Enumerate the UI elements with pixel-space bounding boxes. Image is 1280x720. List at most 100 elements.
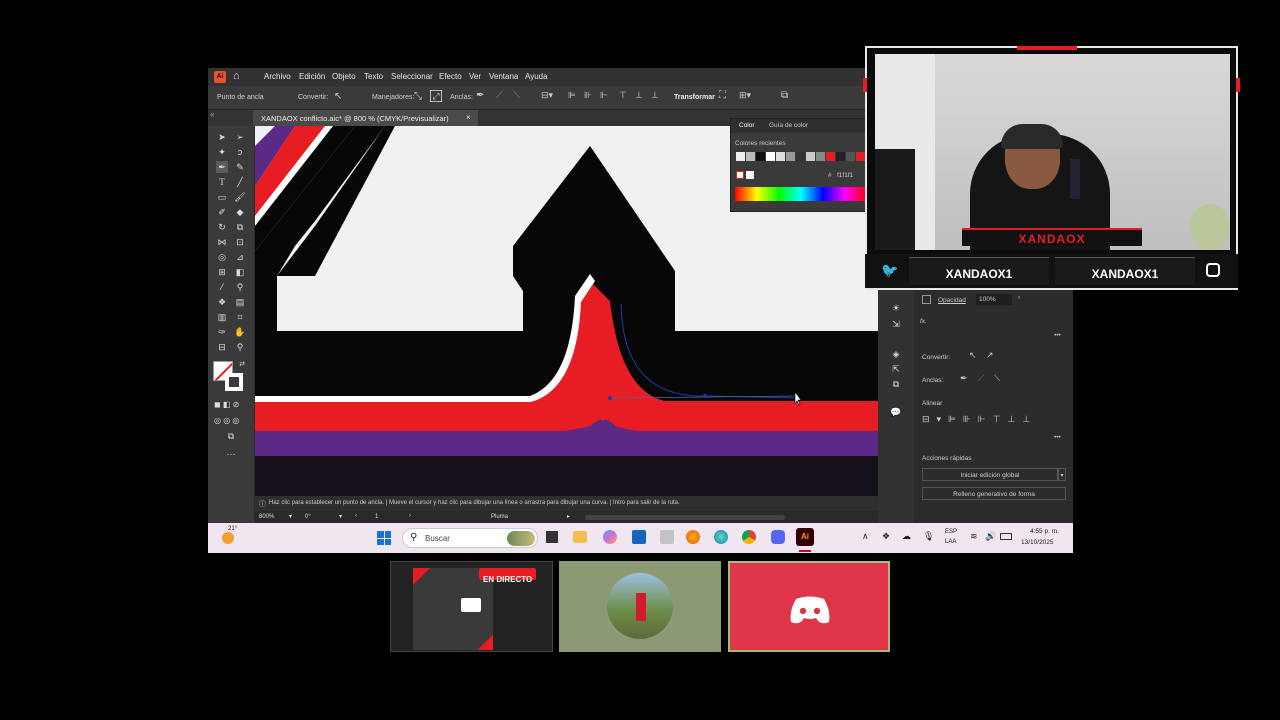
comments-icon[interactable]: 💬 [890,406,902,418]
artboard-prev-icon[interactable]: ‹ [355,513,357,519]
curvature-tool-icon[interactable]: ✎ [234,161,246,173]
language-top[interactable]: ESP [945,529,957,535]
align-top-icon[interactable]: ⊤ [619,90,627,101]
props-cut-icon[interactable]: ⟍ [994,373,1000,384]
global-edit-dropdown[interactable]: ▾ [1058,468,1066,481]
hex-value[interactable]: f1f1f1 [837,172,853,179]
tab-color[interactable]: Color [739,122,755,129]
more-options-1[interactable]: ••• [1054,332,1061,339]
tab-color-guide[interactable]: Guía de color [769,122,808,129]
zoom-dropdown-icon[interactable]: ▾ [289,513,292,520]
menu-archivo[interactable]: Archivo [264,72,291,81]
rotation-field[interactable]: 0° [305,514,311,520]
perspective-grid-tool-icon[interactable]: ⊿ [234,251,246,263]
close-tab-icon[interactable]: × [466,113,471,122]
participant-avatar-tile[interactable] [559,561,721,652]
home-icon[interactable]: ⌂ [233,70,240,82]
symbol-sprayer-tool-icon[interactable]: ❖ [216,296,228,308]
onedrive-icon[interactable]: ☁ [902,531,911,542]
width-tool-icon[interactable]: ⋈ [216,236,228,248]
chrome-icon[interactable] [742,530,756,544]
shaper-tool-icon[interactable]: ✐ [216,206,228,218]
opacity-arrow-icon[interactable]: › [1018,294,1020,301]
firefox-icon[interactable] [686,530,700,544]
free-transform-tool-icon[interactable]: ⊡ [234,236,246,248]
props-convert-smooth-icon[interactable]: ↗ [986,350,994,361]
direct-selection-tool-icon[interactable]: ➢ [234,131,246,143]
more-tools-icon[interactable]: ⋯ [225,448,237,460]
props-connect-icon[interactable]: ⟋ [978,373,984,384]
align-bottom-icon[interactable]: ⊥ [651,90,659,101]
fx-label[interactable]: fx. [920,318,927,325]
color-spectrum[interactable] [735,187,867,201]
document-tab[interactable]: XANDAOX conflicto.aic* @ 800 % (CMYK/Pre… [253,110,478,126]
shape-builder-tool-icon[interactable]: ◎ [216,251,228,263]
mic-icon[interactable]: 🎙 [923,531,934,542]
recent-swatches[interactable] [736,152,866,161]
artboard-tool-icon[interactable]: ▥ [216,311,228,323]
menu-seleccionar[interactable]: Seleccionar [391,72,433,81]
edge-icon[interactable] [714,530,728,544]
menu-texto[interactable]: Texto [364,72,383,81]
eyedropper-alt-icon[interactable]: ✑ [216,326,228,338]
artboards-icon[interactable]: ⧉ [890,378,902,390]
align-hcenter-icon[interactable]: ⊪ [584,90,592,101]
paintbrush-tool-icon[interactable]: 🖌 [234,191,246,203]
connect-path-icon[interactable]: ⟋ [496,90,503,101]
global-edit-button[interactable]: Iniciar edición global [922,468,1058,481]
rectangle-tool-icon[interactable]: ▭ [216,191,228,203]
opacity-label[interactable]: Opacidad [938,297,966,304]
isolate-icon[interactable]: ⛶ [719,90,726,101]
more-options-2[interactable]: ••• [1054,434,1061,441]
align-left-icon[interactable]: ⊫ [568,90,576,101]
magic-wand-tool-icon[interactable]: ✦ [216,146,228,158]
align-vcenter-icon[interactable]: ⊥ [635,90,643,101]
discord-tile[interactable] [728,561,890,652]
volume-icon[interactable]: 🔊 [985,531,996,542]
rotate-tool-icon[interactable]: ↻ [216,221,228,233]
status-arrow-icon[interactable]: ▸ [567,513,570,520]
select-similar-icon[interactable]: ⊞▾ [739,90,751,101]
draw-mode-icons[interactable]: ◎ ◎ ◎ [214,416,239,425]
assets-icon[interactable]: ⇱ [890,363,902,375]
zoom-field[interactable]: 800% [259,514,274,520]
outlook-icon[interactable] [632,530,646,544]
zoom-tool-icon[interactable]: ⚲ [234,341,246,353]
sun-icon[interactable]: ☀ [890,302,902,314]
artboard-number[interactable]: 1 [375,514,378,520]
arrange-icon[interactable]: ⧉ [781,90,788,101]
horizontal-scrollbar[interactable] [585,515,785,520]
screen-mode-icon[interactable]: ⧉ [225,430,237,442]
hide-handles-icon[interactable]: ⤢ [430,90,442,102]
clock-time[interactable]: 4:55 p. m. [1030,528,1059,535]
color-mode-icons[interactable]: ◼ ◧ ⊘ [214,400,239,409]
file-explorer-icon[interactable] [573,531,587,543]
convert-corner-icon[interactable]: ↖ [334,91,342,102]
print-tiling-icon[interactable]: ⊟ [216,341,228,353]
props-remove-anchor-icon[interactable]: ✒ [960,373,968,384]
artboard-next-icon[interactable]: › [409,513,411,519]
remove-anchor-icon[interactable]: ✒ [476,90,484,101]
align-menu-icon[interactable]: ⊟▾ [541,90,553,101]
selection-tool-icon[interactable]: ➤ [216,131,228,143]
eyedropper-tool-icon[interactable]: ⁄ [216,281,228,293]
weather-icon[interactable] [222,532,234,544]
props-convert-corner-icon[interactable]: ↖ [969,350,977,361]
show-hidden-icons[interactable]: ∧ [862,531,869,542]
gradient-tool-icon[interactable]: ◧ [234,266,246,278]
menu-efecto[interactable]: Efecto [439,72,462,81]
show-handles-icon[interactable]: ⤡ [414,91,422,102]
opacity-value[interactable]: 100% [976,294,1012,305]
lasso-tool-icon[interactable]: ↄ [234,146,246,158]
generative-fill-button[interactable]: Relleno generativo de forma [922,487,1066,500]
line-tool-icon[interactable]: ╱ [234,176,246,188]
swap-fill-stroke-icon[interactable]: ⇄ [236,359,248,371]
language-bottom[interactable]: LAA [945,539,956,545]
menu-ventana[interactable]: Ventana [489,72,518,81]
wifi-icon[interactable]: ≋ [970,531,978,542]
windows-start-icon[interactable] [377,531,391,545]
column-graph-tool-icon[interactable]: ▤ [234,296,246,308]
export-icon[interactable]: ⇲ [890,318,902,330]
task-view-icon[interactable] [546,531,558,543]
dropbox-icon[interactable]: ❖ [882,531,890,542]
